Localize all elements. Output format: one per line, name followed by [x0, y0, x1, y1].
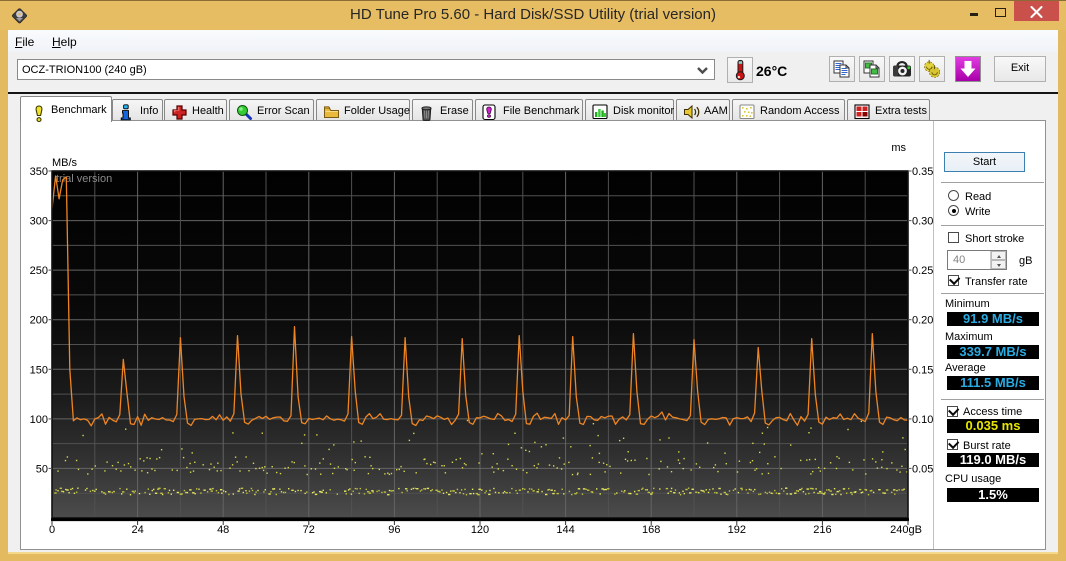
svg-text:100: 100 — [30, 414, 48, 426]
svg-text:240gB: 240gB — [890, 524, 922, 536]
svg-text:0.15: 0.15 — [912, 364, 933, 376]
svg-text:96: 96 — [388, 524, 400, 536]
svg-text:120: 120 — [471, 524, 489, 536]
svg-text:300: 300 — [30, 216, 48, 228]
svg-text:0.30: 0.30 — [912, 216, 933, 228]
svg-text:0.20: 0.20 — [912, 315, 933, 327]
svg-text:ms: ms — [891, 142, 906, 154]
svg-text:MB/s: MB/s — [52, 157, 78, 169]
svg-text:350: 350 — [30, 166, 48, 178]
svg-text:0: 0 — [49, 524, 55, 536]
svg-text:0.10: 0.10 — [912, 414, 933, 426]
svg-text:200: 200 — [30, 315, 48, 327]
svg-text:144: 144 — [556, 524, 574, 536]
svg-text:50: 50 — [36, 463, 48, 475]
svg-text:250: 250 — [30, 265, 48, 277]
svg-text:48: 48 — [217, 524, 229, 536]
svg-text:0.25: 0.25 — [912, 265, 933, 277]
svg-text:216: 216 — [813, 524, 831, 536]
svg-text:150: 150 — [30, 364, 48, 376]
svg-text:0.35: 0.35 — [912, 166, 933, 178]
svg-text:24: 24 — [131, 524, 143, 536]
svg-text:72: 72 — [303, 524, 315, 536]
svg-text:192: 192 — [728, 524, 746, 536]
svg-text:0.05: 0.05 — [912, 463, 933, 475]
svg-text:168: 168 — [642, 524, 660, 536]
